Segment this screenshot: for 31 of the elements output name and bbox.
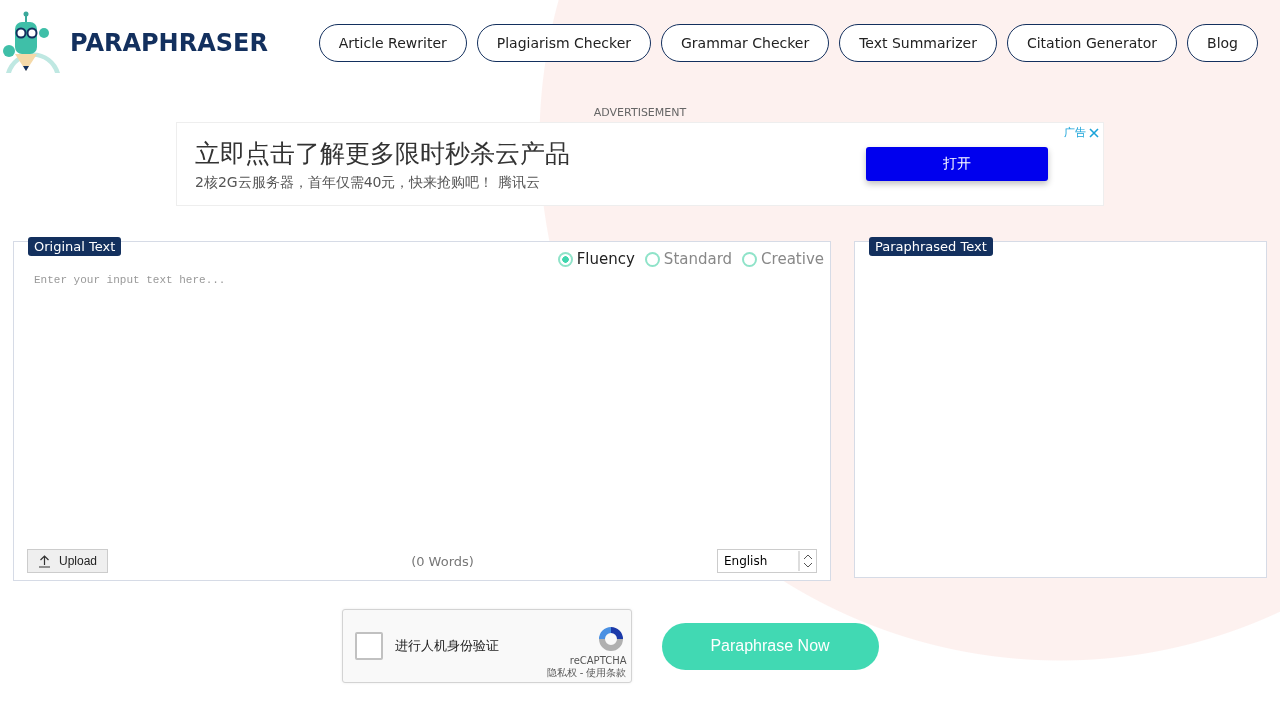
- mode-label[interactable]: Fluency: [576, 250, 635, 268]
- ad-banner[interactable]: 立即点击了解更多限时秒杀云产品 2核2G云服务器，首年仅需40元，快来抢购吧！ 腾讯云 打开 广告: [176, 122, 1104, 206]
- upload-button[interactable]: Upload: [27, 549, 109, 573]
- nav-link[interactable]: Plagiarism Checker: [476, 24, 651, 62]
- ad-subline: 2核2G云服务器，首年仅需40元，快来抢购吧！ 腾讯云: [195, 173, 541, 192]
- nav-link[interactable]: Blog: [1187, 24, 1258, 62]
- mode-label[interactable]: Creative: [761, 250, 824, 268]
- nav-link[interactable]: Article Rewriter: [318, 24, 467, 62]
- recaptcha-brand: reCAPTCHA: [569, 655, 627, 666]
- ad-headline: 立即点击了解更多限时秒杀云产品: [195, 137, 570, 170]
- captcha-label: 进行人机身份验证: [394, 637, 500, 655]
- language-select[interactable]: English: [717, 549, 817, 573]
- captcha-checkbox[interactable]: [354, 632, 383, 660]
- ad-label: ADVERTISEMENT: [593, 106, 687, 119]
- upload-icon: [38, 554, 51, 568]
- ad-open-button[interactable]: 打开: [866, 147, 1048, 181]
- nav-link[interactable]: Text Summarizer: [839, 24, 997, 62]
- radio-button[interactable]: [644, 251, 660, 267]
- word-count: (0 Words): [411, 553, 474, 569]
- ad-tag: 广告: [1064, 125, 1086, 140]
- panel-title: Paraphrased Text: [869, 237, 993, 256]
- stepper-icon: [798, 551, 814, 571]
- close-icon[interactable]: [1089, 127, 1099, 138]
- nav-link[interactable]: Citation Generator: [1006, 24, 1178, 62]
- radio-button[interactable]: [742, 251, 758, 267]
- panel-title: Original Text: [28, 237, 122, 256]
- logo-text[interactable]: PARAPHRASER: [70, 29, 268, 57]
- privacy-terms-link[interactable]: 隐私权 - 使用条款: [546, 666, 627, 680]
- nav-link[interactable]: Grammar Checker: [661, 24, 830, 62]
- mode-label[interactable]: Standard: [663, 250, 733, 268]
- radio-button[interactable]: [557, 251, 573, 267]
